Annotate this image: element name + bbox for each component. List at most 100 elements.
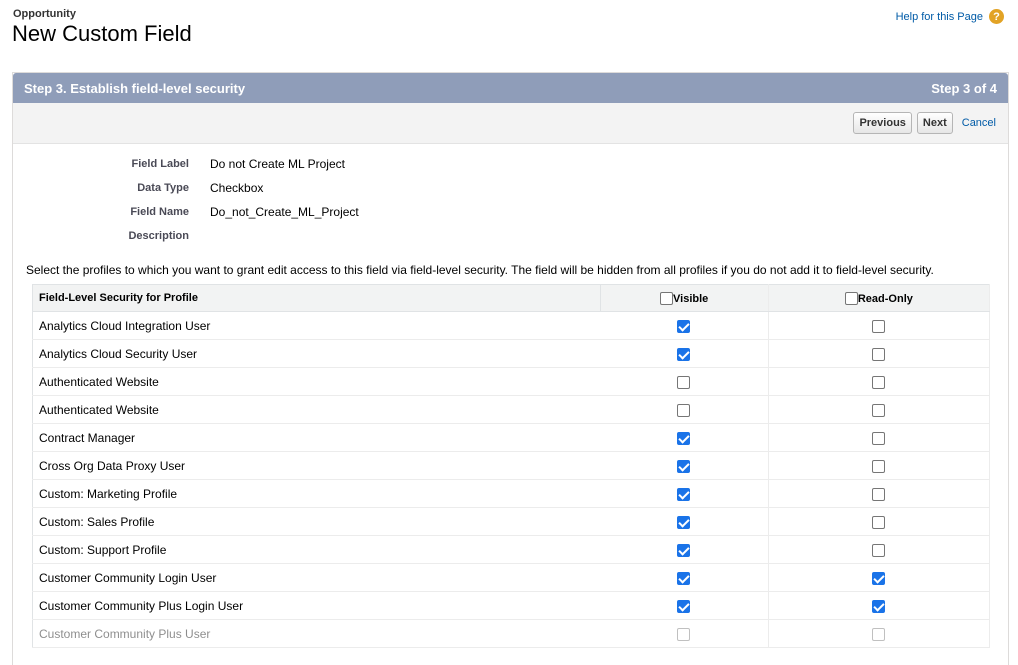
step-bar: Step 3. Establish field-level security S…	[13, 73, 1008, 103]
profile-name: Customer Community Plus User	[32, 619, 601, 648]
detail-row-field-label: Field Label Do not Create ML Project	[13, 157, 1008, 173]
readonly-header-label: Read-Only	[857, 292, 913, 305]
table-row: Custom: Support Profile	[32, 535, 991, 564]
visible-checkbox[interactable]	[677, 599, 691, 613]
readonly-cell	[768, 423, 991, 452]
question-icon[interactable]: ?	[989, 9, 1004, 24]
visible-checkbox[interactable]	[677, 375, 691, 389]
visible-checkbox[interactable]	[677, 487, 691, 501]
detail-label: Field Label	[131, 158, 189, 170]
visible-cell	[600, 451, 769, 480]
visible-checkbox[interactable]	[677, 319, 691, 333]
select-all-visible-checkbox[interactable]	[660, 291, 674, 305]
table-body: Analytics Cloud Integration User Analytic…	[32, 311, 991, 648]
table-row: Custom: Sales Profile	[32, 507, 991, 536]
button-row: Previous Next Cancel	[13, 103, 1008, 144]
visible-cell	[600, 507, 769, 536]
help-link[interactable]: Help for this Page	[896, 11, 983, 23]
page-header: Opportunity New Custom Field Help for th…	[12, 6, 1010, 56]
readonly-cell	[768, 619, 991, 648]
profile-header-label: Field-Level Security for Profile	[39, 292, 198, 304]
visible-checkbox[interactable]	[677, 347, 691, 361]
readonly-checkbox[interactable]	[872, 431, 886, 445]
profile-name: Custom: Marketing Profile	[32, 479, 601, 508]
readonly-checkbox[interactable]	[872, 627, 886, 641]
instruction-text: Select the profiles to which you want to…	[26, 263, 934, 277]
profile-name: Cross Org Data Proxy User	[32, 451, 601, 480]
visible-checkbox[interactable]	[677, 627, 691, 641]
table-row: Customer Community Login User	[32, 563, 991, 592]
visible-checkbox[interactable]	[677, 459, 691, 473]
profile-name: Authenticated Website	[32, 395, 601, 424]
visible-checkbox[interactable]	[677, 543, 691, 557]
detail-value: Do_not_Create_ML_Project	[210, 205, 359, 219]
table-row: Analytics Cloud Integration User	[32, 311, 991, 340]
table-row: Contract Manager	[32, 423, 991, 452]
visible-checkbox[interactable]	[677, 403, 691, 417]
table-row: Cross Org Data Proxy User	[32, 451, 991, 480]
readonly-cell	[768, 451, 991, 480]
step-title: Step 3. Establish field-level security	[24, 80, 246, 96]
detail-row-description: Description	[13, 229, 1008, 245]
profile-name: Analytics Cloud Integration User	[32, 311, 601, 340]
visible-cell	[600, 563, 769, 592]
object-name: Opportunity	[13, 8, 76, 20]
table-row: Customer Community Plus Login User	[32, 591, 991, 620]
table-row: Authenticated Website	[32, 367, 991, 396]
detail-label: Description	[128, 230, 189, 242]
visible-checkbox[interactable]	[677, 515, 691, 529]
readonly-checkbox[interactable]	[872, 459, 886, 473]
page-title: New Custom Field	[12, 21, 192, 46]
readonly-column-header: Read-Only	[768, 284, 991, 312]
visible-cell	[600, 479, 769, 508]
readonly-cell	[768, 507, 991, 536]
readonly-cell	[768, 535, 991, 564]
readonly-checkbox[interactable]	[872, 487, 886, 501]
visible-cell	[600, 339, 769, 368]
visible-cell	[600, 367, 769, 396]
table-header-row: Field-Level Security for Profile Visible…	[32, 284, 991, 312]
detail-label: Data Type	[137, 182, 189, 194]
visible-cell	[600, 535, 769, 564]
previous-button[interactable]: Previous	[853, 112, 912, 134]
next-button[interactable]: Next	[916, 112, 953, 134]
profile-column-header: Field-Level Security for Profile	[32, 284, 601, 312]
profile-name: Customer Community Plus Login User	[32, 591, 601, 620]
visible-cell	[600, 423, 769, 452]
table-row: Authenticated Website	[32, 395, 991, 424]
visible-cell	[600, 619, 769, 648]
readonly-checkbox[interactable]	[872, 403, 886, 417]
visible-cell	[600, 311, 769, 340]
profile-name: Custom: Support Profile	[32, 535, 601, 564]
readonly-checkbox[interactable]	[872, 515, 886, 529]
detail-row-field-name: Field Name Do_not_Create_ML_Project	[13, 205, 1008, 221]
field-security-table: Field-Level Security for Profile Visible…	[32, 284, 991, 648]
detail-value: Checkbox	[210, 181, 264, 195]
profile-name: Authenticated Website	[32, 367, 601, 396]
detail-value: Do not Create ML Project	[210, 157, 345, 171]
readonly-checkbox[interactable]	[872, 571, 886, 585]
profile-name: Customer Community Login User	[32, 563, 601, 592]
table-row: Custom: Marketing Profile	[32, 479, 991, 508]
select-all-readonly-checkbox[interactable]	[844, 291, 858, 305]
profile-name: Analytics Cloud Security User	[32, 339, 601, 368]
readonly-cell	[768, 395, 991, 424]
detail-label: Field Name	[130, 206, 189, 218]
visible-cell	[600, 591, 769, 620]
readonly-cell	[768, 311, 991, 340]
readonly-cell	[768, 367, 991, 396]
readonly-cell	[768, 591, 991, 620]
readonly-checkbox[interactable]	[872, 375, 886, 389]
visible-checkbox[interactable]	[677, 431, 691, 445]
readonly-checkbox[interactable]	[872, 599, 886, 613]
readonly-checkbox[interactable]	[872, 319, 886, 333]
detail-row-data-type: Data Type Checkbox	[13, 181, 1008, 197]
table-row: Analytics Cloud Security User	[32, 339, 991, 368]
wizard-panel: Step 3. Establish field-level security S…	[12, 72, 1009, 665]
cancel-link[interactable]: Cancel	[962, 117, 996, 129]
readonly-checkbox[interactable]	[872, 347, 886, 361]
visible-cell	[600, 395, 769, 424]
visible-checkbox[interactable]	[677, 571, 691, 585]
table-row: Customer Community Plus User	[32, 619, 991, 648]
readonly-checkbox[interactable]	[872, 543, 886, 557]
